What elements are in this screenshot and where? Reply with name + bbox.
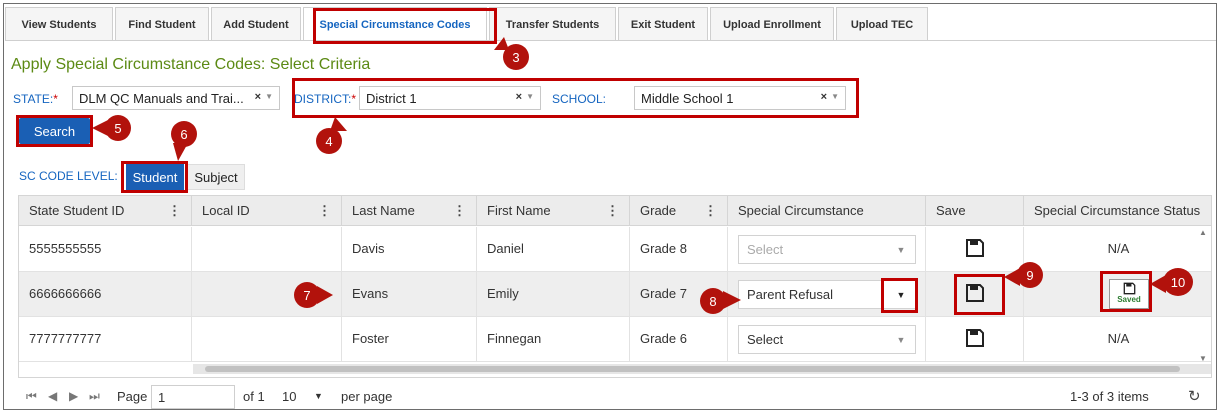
highlight-student-toggle: [121, 161, 188, 193]
column-menu-icon[interactable]: ⋮: [318, 203, 331, 219]
first-page-icon[interactable]: ⏮: [26, 389, 37, 404]
sc-level-subject-toggle[interactable]: Subject: [187, 164, 245, 190]
highlight-search: [16, 115, 93, 147]
tab-exit-student[interactable]: Exit Student: [618, 7, 708, 41]
callout-pointer: [317, 286, 333, 304]
callout-badge-9: 9: [1017, 262, 1043, 288]
grid-header: State Student ID ⋮ Local ID ⋮ Last Name ⋮ F…: [19, 196, 1211, 226]
highlight-status: [1100, 271, 1152, 312]
column-menu-icon[interactable]: ⋮: [168, 203, 181, 219]
column-menu-icon[interactable]: ⋮: [453, 203, 466, 219]
highlight-tab: [313, 8, 497, 44]
special-circumstance-select: Select ▼: [738, 235, 916, 264]
tab-upload-enrollment[interactable]: Upload Enrollment: [710, 7, 834, 41]
last-name-cell: Davis: [342, 227, 477, 272]
column-menu-icon[interactable]: ⋮: [606, 203, 619, 219]
col-special-circumstance[interactable]: Special Circumstance: [728, 196, 926, 226]
state-value: DLM QC Manuals and Trai...: [79, 91, 244, 106]
scroll-down-icon[interactable]: ▼: [1199, 354, 1207, 363]
chevron-down-icon[interactable]: ▼: [887, 326, 915, 353]
callout-badge-3: 3: [503, 44, 529, 70]
state-label: STATE:*: [13, 92, 58, 106]
column-menu-icon[interactable]: ⋮: [704, 203, 717, 219]
special-circumstance-cell: Select ▼: [728, 227, 926, 272]
col-grade[interactable]: Grade ⋮: [630, 196, 728, 226]
grade-cell: Grade 6: [630, 317, 728, 362]
state-select[interactable]: DLM QC Manuals and Trai... × ▼: [72, 86, 280, 110]
save-cell: [926, 317, 1024, 362]
horizontal-scrollbar[interactable]: [193, 364, 1211, 374]
save-icon[interactable]: [965, 238, 985, 258]
tab-upload-tec[interactable]: Upload TEC: [836, 7, 928, 41]
status-cell: N/A: [1107, 331, 1130, 346]
status-cell: N/A: [1107, 241, 1130, 256]
tab-add-student[interactable]: Add Student: [211, 7, 301, 41]
tab-view-students[interactable]: View Students: [5, 7, 113, 41]
state-student-id-cell: 5555555555: [19, 227, 192, 272]
col-special-circumstance-status[interactable]: Special Circumstance Status: [1024, 196, 1211, 226]
callout-badge-4: 4: [316, 128, 342, 154]
col-state-student-id[interactable]: State Student ID ⋮: [19, 196, 192, 226]
callout-pointer: [723, 291, 741, 309]
first-name-cell: Emily: [477, 272, 630, 317]
scrollbar-thumb[interactable]: [205, 366, 1180, 372]
refresh-icon[interactable]: ↻: [1188, 387, 1201, 405]
state-student-id-cell: 6666666666: [19, 272, 192, 317]
grade-cell: Grade 8: [630, 227, 728, 272]
table-row[interactable]: 7777777777 Foster Finnegan Grade 6 Selec…: [19, 317, 1211, 362]
sc-code-level-label: SC CODE LEVEL:: [19, 169, 118, 183]
page-size-select[interactable]: 10 ▼: [276, 385, 336, 409]
clear-icon[interactable]: ×: [255, 91, 261, 103]
first-name-cell: Daniel: [477, 227, 630, 272]
last-page-icon[interactable]: ⏭: [89, 389, 100, 404]
save-icon[interactable]: [965, 328, 985, 348]
col-save[interactable]: Save: [926, 196, 1024, 226]
last-name-cell: Evans: [342, 272, 477, 317]
col-last-name[interactable]: Last Name ⋮: [342, 196, 477, 226]
col-first-name[interactable]: First Name ⋮: [477, 196, 630, 226]
tab-divider: [5, 40, 1216, 41]
next-page-icon[interactable]: ▶: [69, 389, 78, 403]
local-id-cell: [192, 227, 342, 272]
highlight-save: [954, 274, 1005, 315]
callout-pointer: [173, 143, 188, 161]
page-count: of 1: [243, 389, 265, 404]
highlight-district-school: [292, 78, 859, 118]
callout-badge-10: 10: [1163, 268, 1193, 296]
chevron-down-icon: ▼: [896, 244, 906, 255]
col-local-id[interactable]: Local ID ⋮: [192, 196, 342, 226]
save-cell: [926, 227, 1024, 272]
per-page-label: per page: [341, 389, 393, 404]
tab-transfer-students[interactable]: Transfer Students: [489, 7, 616, 41]
chevron-down-icon[interactable]: ▼: [314, 391, 323, 401]
items-summary: 1-3 of 3 items: [1070, 389, 1149, 404]
highlight-dropdown-caret: [881, 278, 918, 313]
pager: ⏮ ◀ ▶ ⏭ Page 1 of 1 10 ▼ per page 1-3 of …: [18, 385, 1212, 409]
chevron-down-icon[interactable]: ▼: [265, 92, 273, 101]
callout-badge-5: 5: [105, 115, 131, 141]
first-name-cell: Finnegan: [477, 317, 630, 362]
local-id-cell: [192, 317, 342, 362]
special-circumstance-select[interactable]: Select ▼: [738, 325, 916, 354]
page-title: Apply Special Circumstance Codes: Select…: [11, 56, 371, 73]
last-name-cell: Foster: [342, 317, 477, 362]
special-circumstance-cell: Select ▼: [728, 317, 926, 362]
scroll-up-icon[interactable]: ▲: [1199, 228, 1207, 237]
page-number-input[interactable]: 1: [151, 385, 235, 409]
state-student-id-cell: 7777777777: [19, 317, 192, 362]
page-label: Page: [117, 389, 148, 404]
prev-page-icon[interactable]: ◀: [48, 389, 57, 403]
tab-find-student[interactable]: Find Student: [115, 7, 209, 41]
